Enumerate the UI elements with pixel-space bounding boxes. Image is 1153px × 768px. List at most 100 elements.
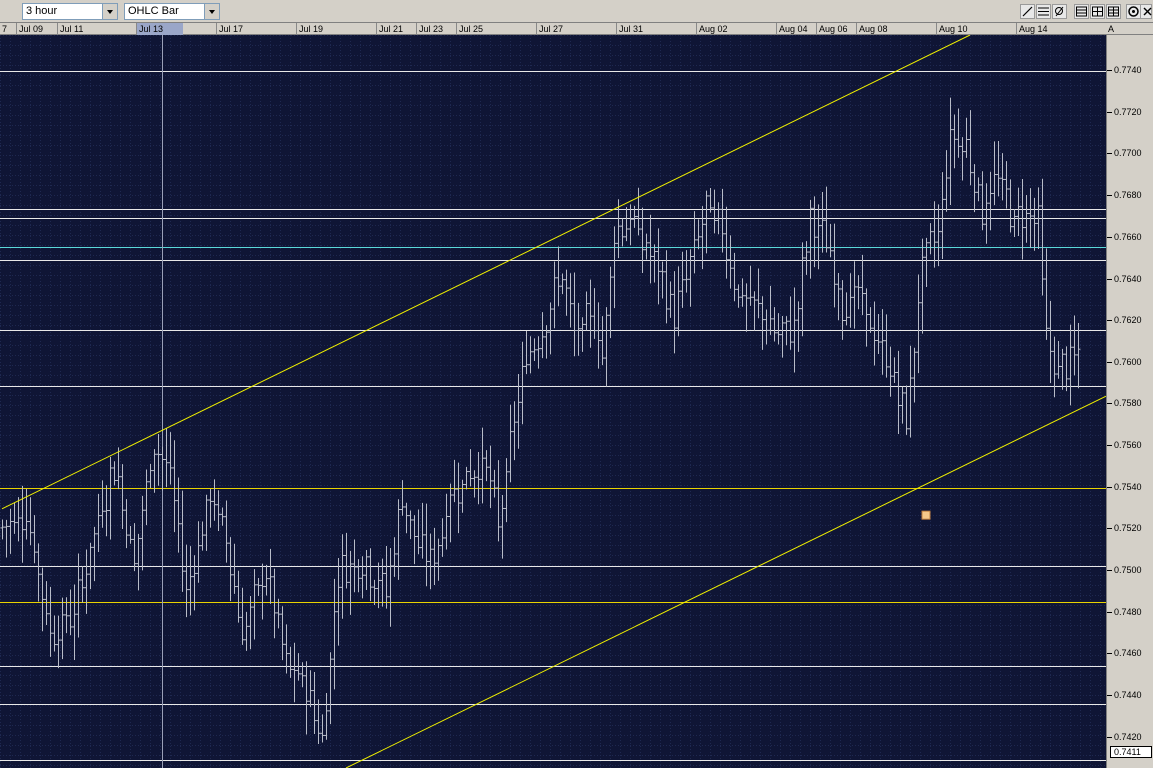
ohlc-bar [432,527,437,585]
date-label: Aug 06 [816,23,848,35]
ohlc-bar [724,206,729,279]
ohlc-bar [408,510,413,539]
close-icon[interactable] [1140,4,1152,19]
ohlc-bar [244,611,249,651]
ohlc-bar [700,206,705,270]
ohlc-bar [424,503,429,587]
price-label-text: 0.7580 [1114,398,1142,408]
ohlc-bar [584,291,589,331]
ohlc-bar [508,404,513,483]
ohlc-bar [948,97,953,205]
price-label-text: 0.7500 [1114,565,1142,575]
ohlc-bar [860,254,865,316]
price-label: 0.7620 [1107,315,1142,325]
ohlc-bar [116,447,121,490]
date-axis[interactable]: 7 Jul 09 Jul 11 Jul 13 Jul 17 Jul 19 Jul… [0,23,1106,35]
ohlc-bar [16,497,21,542]
chevron-down-icon[interactable] [102,4,117,19]
ohlc-bar [876,314,881,355]
toolbar: 3 hour OHLC Bar [0,0,1153,23]
ohlc-bar [672,271,677,354]
chart-grid [0,35,1106,768]
timeframe-select[interactable]: 3 hour [22,3,118,20]
ohlc-bar [504,458,509,523]
ohlc-bar [464,466,469,490]
ohlc-bar [312,671,317,735]
ohlc-bar [512,401,517,461]
date-label: Aug 10 [936,23,968,35]
ohlc-bar [708,187,713,213]
ohlc-bar [1056,340,1061,379]
ohlc-bar [968,110,973,186]
table-icon[interactable] [1106,4,1121,19]
fib-icon[interactable] [1036,4,1051,19]
ohlc-bar [536,336,541,369]
ohlc-bar [28,497,33,546]
ohlc-bar [484,450,489,482]
draw-line-icon[interactable] [1020,4,1035,19]
ohlc-bar [260,563,265,620]
trendline [1,35,971,510]
ohlc-bar [108,456,113,540]
date-label: Jul 23 [416,23,443,35]
price-label-text: 0.7640 [1114,274,1142,284]
zoom-icon[interactable] [1052,4,1067,19]
chart-style-select[interactable]: OHLC Bar [124,3,220,20]
ohlc-bar [908,345,913,438]
ohlc-bar [528,336,533,374]
ohlc-bar [456,462,461,534]
date-label: Jul 09 [16,23,43,35]
price-label: 0.7480 [1107,607,1142,617]
ohlc-bar [144,469,149,526]
date-label: Jul 31 [616,23,643,35]
ohlc-bar [748,265,753,306]
ohlc-bar [420,502,425,559]
ohlc-bar [736,284,741,308]
ohlc-bar [368,548,373,602]
ohlc-bar [888,346,893,397]
ohlc-bar [636,187,641,236]
price-chart[interactable] [0,35,1106,768]
ohlc-bar [676,266,681,337]
ohlc-bar [208,488,213,528]
date-label: Aug 02 [696,23,728,35]
price-label: 0.7580 [1107,398,1142,408]
ohlc-bar [68,589,73,636]
price-label: 0.7700 [1107,148,1142,158]
ohlc-bar [4,519,9,558]
ohlc-bar [856,275,861,310]
ohlc-bar [832,223,837,308]
ohlc-bar [1048,300,1053,383]
date-label: 7 [0,23,7,35]
settings-icon[interactable] [1126,4,1141,19]
price-label: 0.7460 [1107,648,1142,658]
ohlc-bar [848,273,853,328]
price-axis[interactable]: 0.7740 0.7720 0.7700 0.7680 0.7660 0.764… [1106,35,1153,768]
ohlc-bar [720,188,725,253]
indicators-icon[interactable] [1074,4,1089,19]
ohlc-bar [316,699,321,744]
price-label-text: 0.7420 [1114,732,1142,742]
ohlc-bar [520,341,525,425]
ohlc-bar [552,261,557,329]
ohlc-bar [756,268,761,319]
ohlc-bar [112,461,117,486]
ohlc-bar [136,533,141,591]
ohlc-bar [692,211,697,274]
chevron-down-icon[interactable] [204,4,219,19]
ohlc-bar [1060,348,1065,390]
ohlc-bar [364,549,369,590]
ohlc-bar [160,446,165,491]
ohlc-bar [984,183,989,244]
grid-icon[interactable] [1090,4,1105,19]
ohlc-bar [668,281,673,318]
price-label: 0.7560 [1107,440,1142,450]
ohlc-bar [1072,315,1077,376]
ohlc-bar [964,117,969,158]
ohlc-bar [568,273,573,328]
ohlc-bar [336,558,341,646]
ohlc-bar [60,597,65,660]
ohlc-bar [396,499,401,580]
ohlc-bar [248,596,253,650]
ohlc-bar [124,499,129,549]
